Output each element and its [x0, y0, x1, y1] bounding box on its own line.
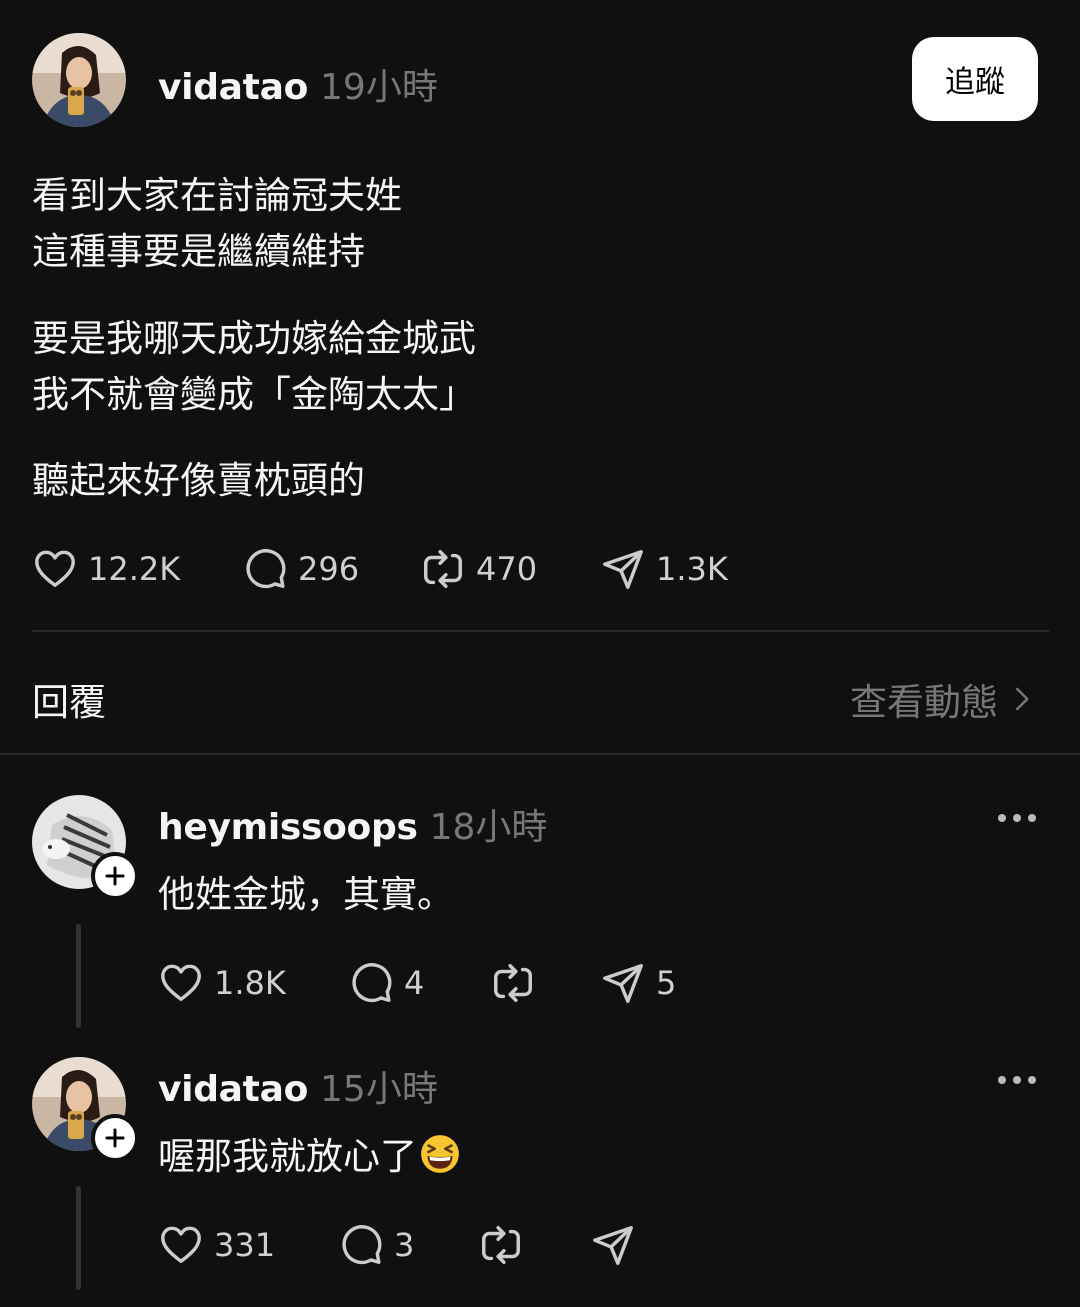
- follow-plus-badge[interactable]: [91, 852, 139, 900]
- post-paragraph-1: 看到大家在討論冠夫姓 這種事要是繼續維持: [32, 168, 402, 280]
- reply-repost-button[interactable]: [478, 1222, 524, 1268]
- follow-plus-badge[interactable]: [91, 1114, 139, 1162]
- replies-label[interactable]: 回覆: [32, 672, 106, 726]
- thread-line: [76, 1186, 81, 1290]
- reply-comment-count: 3: [394, 1226, 415, 1264]
- plus-icon: [105, 866, 125, 886]
- reply-username[interactable]: vidatao: [158, 1069, 308, 1110]
- heart-icon: [161, 1226, 201, 1264]
- reply-text: 他姓金城，其實。: [158, 873, 454, 916]
- send-icon: [603, 964, 643, 1003]
- post-header: vidatao 19小時: [158, 58, 438, 110]
- reply-share-count: 5: [656, 964, 677, 1002]
- chevron-right-icon: [1016, 687, 1029, 711]
- grinning-squinting-face-emoji: [421, 1135, 459, 1173]
- share-count: 1.3K: [656, 550, 728, 588]
- reply-text: 喔那我就放心了: [158, 1126, 461, 1180]
- repost-icon: [424, 550, 462, 588]
- reply-like-count: 1.8K: [214, 964, 286, 1002]
- reply-like-count: 331: [214, 1226, 276, 1264]
- view-activity-label: 查看動態: [850, 681, 998, 724]
- comment-button[interactable]: 296: [242, 546, 359, 592]
- repost-count: 470: [476, 550, 538, 588]
- thread-line: [76, 924, 81, 1028]
- post-username[interactable]: vidatao: [158, 67, 308, 108]
- plus-icon: [105, 1128, 125, 1148]
- reply-text-content: 喔那我就放心了: [158, 1135, 417, 1178]
- reply-like-button[interactable]: 331: [158, 1222, 275, 1268]
- post-paragraph-2: 要是我哪天成功嫁給金城武 我不就會變成「金陶太太」: [32, 311, 476, 423]
- more-dots-icon[interactable]: [998, 1076, 1036, 1084]
- follow-button[interactable]: 追蹤: [912, 37, 1038, 121]
- reply-header: vidatao 15小時: [158, 1060, 438, 1112]
- post-paragraph-3: 聽起來好像賣枕頭的: [32, 453, 365, 509]
- heart-icon: [161, 964, 201, 1002]
- heart-icon: [35, 550, 75, 588]
- comment-bubble-icon: [352, 963, 392, 1003]
- comment-count: 296: [298, 550, 360, 588]
- reply-comment-button[interactable]: 4: [348, 960, 424, 1006]
- like-count: 12.2K: [88, 550, 181, 588]
- reply-time: 15小時: [320, 1069, 438, 1110]
- repost-button[interactable]: 470: [420, 546, 537, 592]
- send-icon: [603, 550, 643, 589]
- post-divider: [32, 630, 1049, 632]
- post-author-avatar[interactable]: [32, 33, 126, 127]
- view-activity-link[interactable]: 查看動態: [850, 672, 1036, 726]
- post-line: 我不就會變成「金陶太太」: [32, 373, 476, 416]
- share-button[interactable]: 1.3K: [600, 546, 728, 592]
- reply-repost-button[interactable]: [490, 960, 536, 1006]
- reply-time: 18小時: [429, 807, 548, 848]
- post-time: 19小時: [320, 67, 438, 108]
- repost-icon: [494, 964, 532, 1002]
- post-line: 要是我哪天成功嫁給金城武: [32, 317, 476, 360]
- reply-comment-count: 4: [404, 964, 425, 1002]
- post-line: 看到大家在討論冠夫姓: [32, 174, 402, 217]
- like-button[interactable]: 12.2K: [32, 546, 180, 592]
- reply-username[interactable]: heymissoops: [158, 807, 418, 848]
- post-line: 這種事要是繼續維持: [32, 230, 365, 273]
- reply-share-button[interactable]: [590, 1222, 636, 1268]
- more-dots-icon[interactable]: [998, 814, 1036, 822]
- reply-comment-button[interactable]: 3: [338, 1222, 414, 1268]
- reply-share-button[interactable]: 5: [600, 960, 676, 1006]
- reply-like-button[interactable]: 1.8K: [158, 960, 286, 1006]
- post-line: 聽起來好像賣枕頭的: [32, 459, 365, 502]
- comment-bubble-icon: [246, 549, 286, 589]
- comment-bubble-icon: [342, 1225, 382, 1265]
- replies-divider: [0, 753, 1080, 755]
- reply-header: heymissoops 18小時: [158, 798, 547, 850]
- repost-icon: [482, 1226, 520, 1264]
- send-icon: [593, 1226, 633, 1265]
